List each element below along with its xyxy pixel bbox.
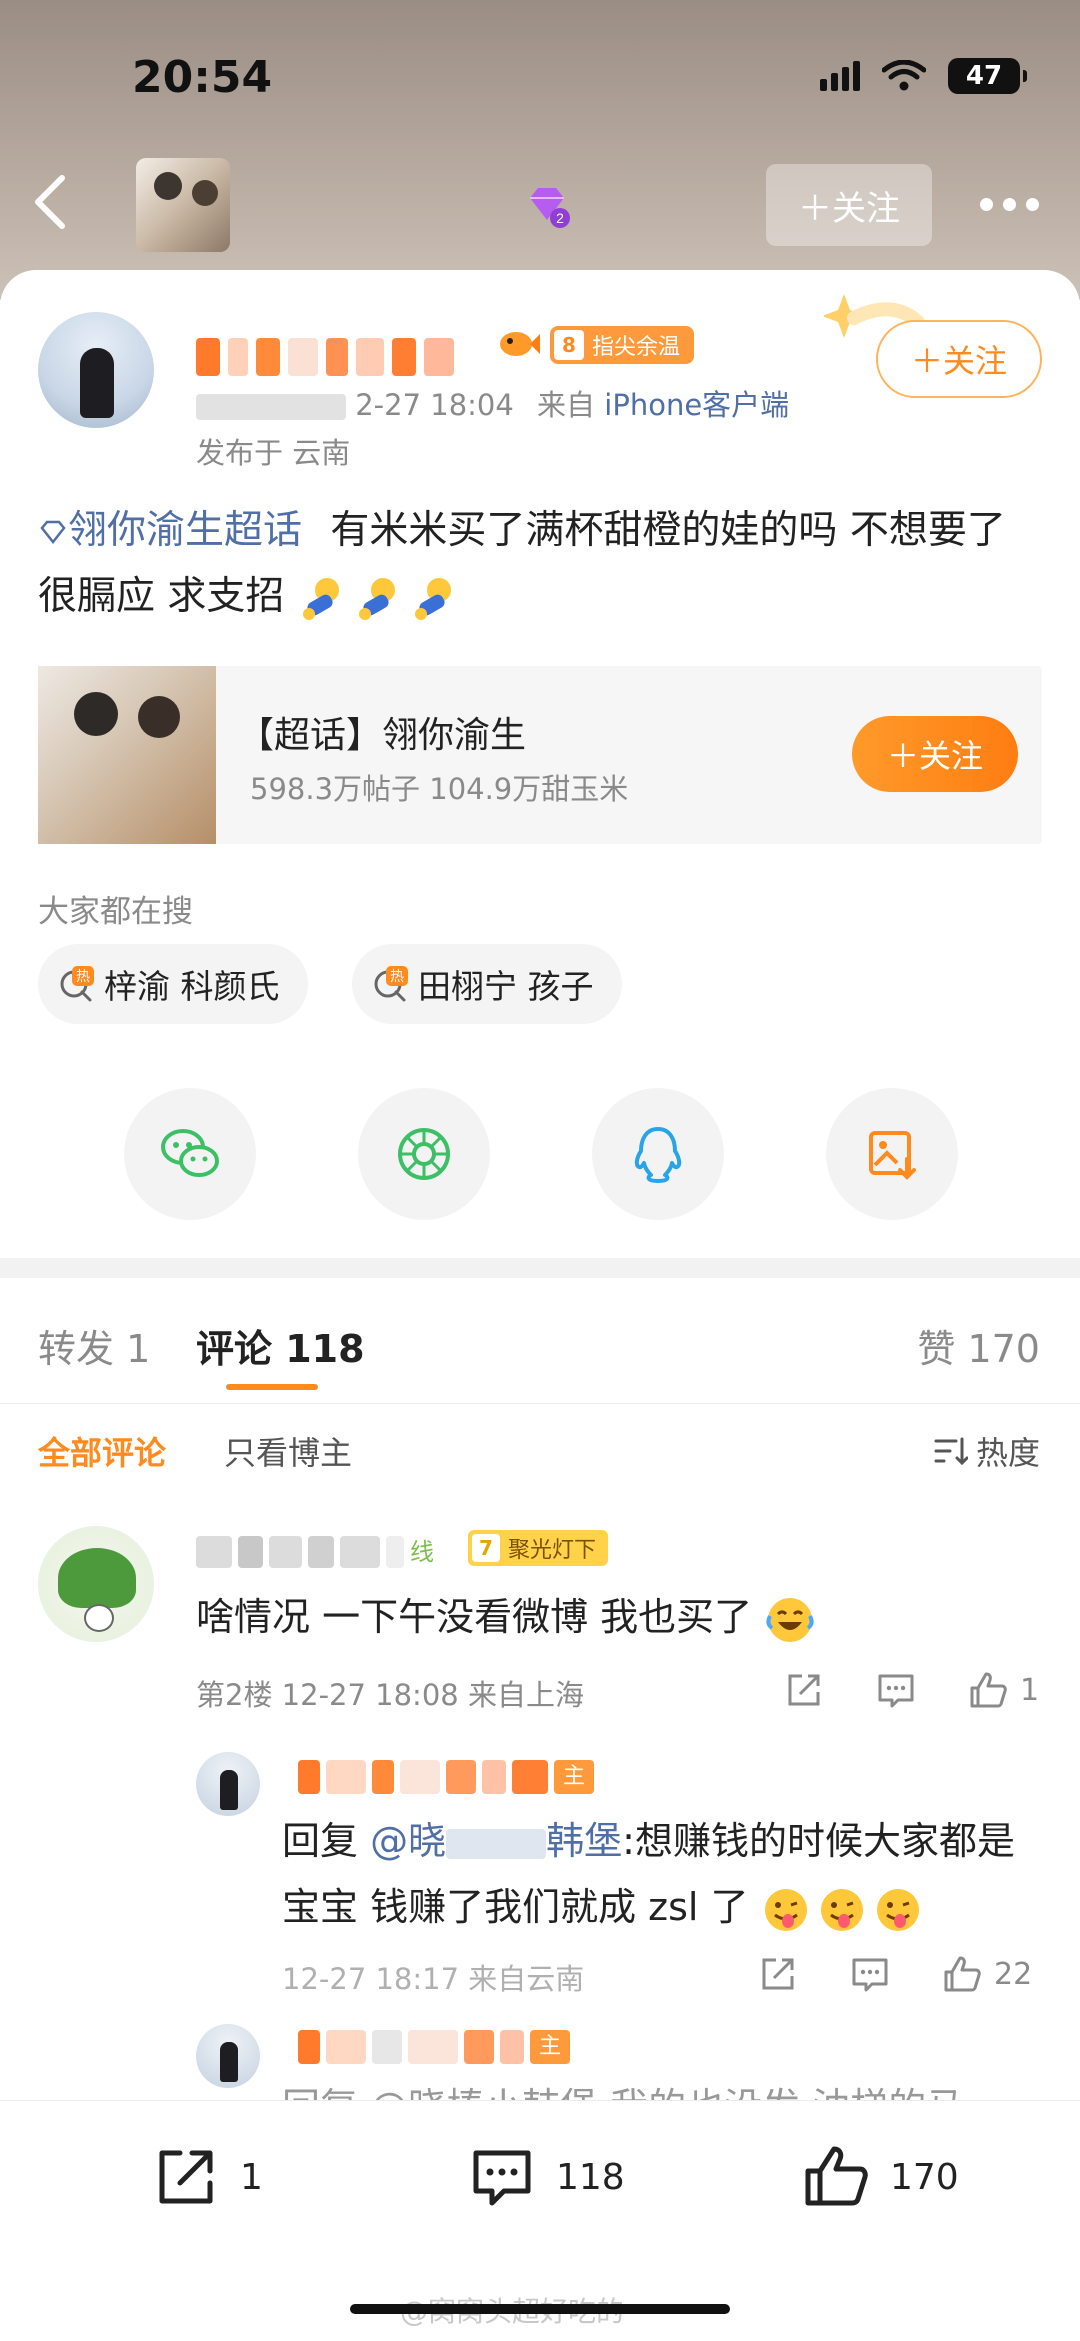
share-icon (762, 1958, 794, 1990)
laugh-cry-emoji-icon (766, 1597, 814, 1642)
share-moments-button[interactable] (358, 1088, 490, 1220)
comment-button[interactable]: 118 (466, 2141, 625, 2213)
trending-search-title: 大家都在搜 (38, 894, 193, 930)
supertopic-image (38, 666, 216, 844)
reply-name-blurred[interactable]: 主 (298, 2030, 570, 2064)
share-icon (788, 1674, 820, 1706)
reply-text: 回复 @晓 韩堡:想赚钱的时候大家都是宝宝 钱赚了我们就成 zsl 了 (282, 1808, 1042, 1940)
topic-diamond-icon (40, 520, 66, 544)
topic-link[interactable]: 翎你渝生超话 (38, 508, 314, 553)
save-image-button[interactable] (826, 1088, 958, 1220)
comment-meta: 第2楼 12-27 18:08 来自上海 (196, 1678, 584, 1712)
trending-chip[interactable]: 热 梓渝 科颜氏 (38, 944, 308, 1024)
thumbs-up-icon (805, 2146, 868, 2206)
wifi-icon (882, 60, 926, 91)
tab-repost[interactable]: 转发 1 (38, 1318, 150, 1373)
qq-icon (634, 1127, 682, 1183)
status-time: 20:54 (132, 52, 273, 103)
repost-button[interactable]: 1 (150, 2141, 263, 2213)
commenter-name-blurred[interactable]: 线 (196, 1536, 446, 1568)
moments-icon (398, 1128, 450, 1180)
signal-icon (820, 61, 860, 91)
fan-level-badge: 7 聚光灯下 (468, 1530, 609, 1566)
share-qq-button[interactable] (592, 1088, 724, 1220)
hot-search-icon: 热 (60, 966, 94, 1002)
tongue-emoji-icon (764, 1888, 807, 1931)
wechat-icon (161, 1129, 219, 1177)
fish-badge-icon (500, 332, 540, 356)
comment-icon (878, 1674, 914, 1708)
status-bar-icons: 47 (820, 58, 1027, 94)
hot-search-icon: 热 (374, 966, 408, 1002)
comment-text: 啥情况 一下午没看微博 我也买了 (196, 1586, 816, 1646)
reply-avatar[interactable] (196, 1752, 260, 1816)
like-button[interactable]: 170 (800, 2141, 959, 2213)
comment-reply-button[interactable] (874, 1668, 918, 1712)
interaction-tabs: 转发 1 评论 118 赞 170 (0, 1278, 1080, 1404)
emoji-group (761, 1885, 923, 1935)
header-avatar[interactable] (136, 158, 230, 252)
supertopic-stats: 598.3万帖子 104.9万甜玉米 (250, 772, 629, 806)
reply-text-truncated: 回复 @晓棒小韩堡 我的也没发 油梯的马 (282, 2076, 964, 2102)
save-image-icon (869, 1131, 916, 1180)
filter-owner-only[interactable]: 只看博主 (224, 1428, 352, 1474)
svg-text:热: 热 (390, 969, 404, 985)
supertopic-title: 【超话】翎你渝生 (238, 715, 527, 756)
back-arrow-icon[interactable] (28, 172, 72, 232)
comment-icon (473, 2150, 531, 2206)
fan-level-badge: 8 指尖余温 (550, 326, 695, 364)
header-follow-button[interactable]: ＋关注 (766, 164, 932, 246)
reply-avatar[interactable] (196, 2024, 260, 2088)
reply-comment-button[interactable] (848, 1952, 892, 1996)
comment-icon (852, 1958, 888, 1992)
reply-like-button[interactable]: 22 (940, 1952, 1032, 1996)
section-divider (0, 1258, 1080, 1278)
header-background (0, 0, 1080, 300)
filter-all-comments[interactable]: 全部评论 (38, 1428, 166, 1474)
svg-text:热: 热 (76, 969, 90, 985)
mention-link[interactable]: @晓 韩堡 (370, 1819, 622, 1863)
post-location: 发布于 云南 (196, 436, 351, 470)
trending-chip[interactable]: 热 田栩宁 孩子 (352, 944, 622, 1024)
active-tab-indicator (226, 1384, 318, 1390)
reply-share-button[interactable] (756, 1952, 800, 1996)
author-name-blurred[interactable] (196, 338, 486, 376)
supertopic-card[interactable]: 【超话】翎你渝生 598.3万帖子 104.9万甜玉米 ＋关注 (38, 666, 1042, 844)
reply-name-blurred[interactable]: 主 (298, 1760, 594, 1794)
svg-text:2: 2 (556, 210, 564, 226)
home-indicator[interactable] (350, 2304, 730, 2314)
tongue-emoji-icon (820, 1888, 863, 1931)
author-follow-button[interactable]: ＋关注 (876, 320, 1042, 398)
plead-emoji-icon (414, 577, 451, 620)
comment-like-button[interactable]: 1 (966, 1668, 1039, 1712)
commenter-avatar[interactable] (38, 1526, 154, 1642)
sort-by-hot[interactable]: 热度 (932, 1428, 1040, 1474)
plead-emoji-icon (358, 577, 395, 620)
battery-icon: 47 (948, 58, 1027, 94)
tab-comment[interactable]: 评论 118 (196, 1318, 365, 1373)
post-body: 翎你渝生超话 有米米买了满杯甜橙的娃的吗 不想要了 很膈应 求支招 (38, 498, 1042, 630)
gem-badge-icon: 2 (530, 188, 570, 228)
repost-icon (159, 2150, 213, 2204)
reply-meta: 12-27 18:17 来自云南 (282, 1962, 585, 1996)
tab-like[interactable]: 赞 170 (917, 1318, 1040, 1373)
post-time-source: 2-27 18:04 来自 iPhone客户端 (196, 382, 789, 424)
tongue-emoji-icon (876, 1888, 919, 1931)
sort-icon (934, 1437, 968, 1466)
thumbs-up-icon (944, 1956, 981, 1992)
author-avatar[interactable] (38, 312, 154, 428)
share-wechat-button[interactable] (124, 1088, 256, 1220)
emoji-group (297, 574, 459, 624)
more-options-icon[interactable] (980, 198, 1039, 211)
comment-share-button[interactable] (782, 1668, 826, 1712)
plead-emoji-icon (302, 577, 339, 620)
thumbs-up-icon (970, 1672, 1007, 1708)
supertopic-follow-button[interactable]: ＋关注 (852, 716, 1018, 792)
